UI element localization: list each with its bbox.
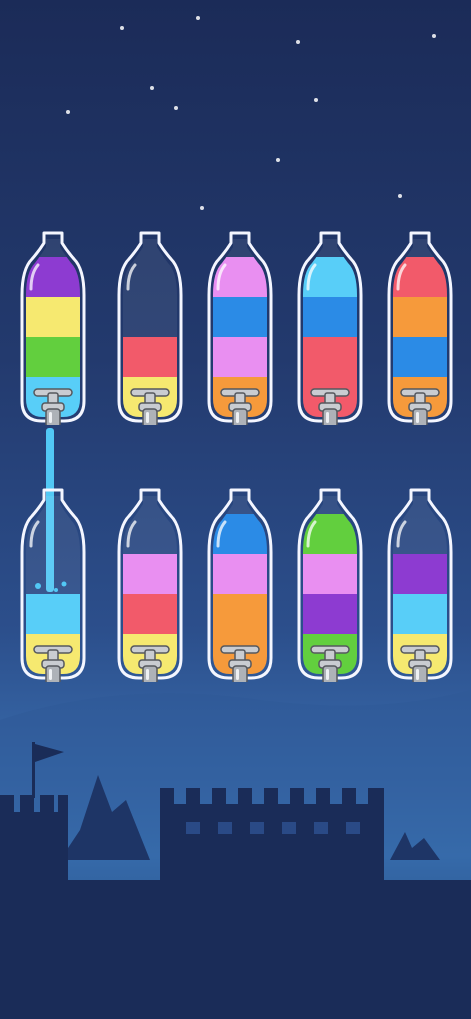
liquid-layer (213, 594, 267, 634)
bottle-graphic (117, 488, 183, 682)
bottle[interactable] (297, 482, 363, 682)
star (150, 86, 154, 90)
liquid-layer (123, 337, 177, 377)
star (314, 98, 318, 102)
bottle-graphic (297, 488, 363, 682)
bottle[interactable] (20, 482, 86, 682)
bottle-graphic (207, 488, 273, 682)
bottle-graphic (20, 488, 86, 682)
bottle-graphic (20, 231, 86, 425)
star (66, 110, 70, 114)
liquid-layer (123, 554, 177, 594)
ground-band (0, 880, 471, 1019)
liquid-layer (213, 337, 267, 377)
star (174, 106, 178, 110)
bottle[interactable] (387, 225, 453, 425)
star (276, 158, 280, 162)
liquid-layer (393, 554, 447, 594)
bottle-graphic (387, 488, 453, 682)
star (196, 16, 200, 20)
bottle[interactable] (207, 482, 273, 682)
liquid-layer (303, 554, 357, 594)
bottle[interactable] (117, 482, 183, 682)
liquid-layer (26, 594, 80, 634)
liquid-layer (213, 554, 267, 594)
star (296, 40, 300, 44)
bottle[interactable] (297, 225, 363, 425)
splash-droplet (61, 581, 67, 587)
liquid-layer (303, 297, 357, 337)
liquid-layer (123, 594, 177, 634)
star (432, 34, 436, 38)
liquid-layer (393, 594, 447, 634)
liquid-layer (303, 337, 357, 377)
liquid-layer (26, 297, 80, 337)
bottle[interactable] (117, 225, 183, 425)
bottle-graphic (207, 231, 273, 425)
bottle[interactable] (387, 482, 453, 682)
bottle-graphic (297, 231, 363, 425)
star (120, 26, 124, 30)
liquid-layer (303, 594, 357, 634)
bottle[interactable] (207, 225, 273, 425)
star (200, 206, 204, 210)
game-scene (0, 0, 471, 1019)
bottle-graphic (387, 231, 453, 425)
liquid-layer (393, 337, 447, 377)
bottle-graphic (117, 231, 183, 425)
star (398, 194, 402, 198)
liquid-layer (26, 337, 80, 377)
splash-droplet (35, 583, 41, 589)
bottle[interactable] (20, 225, 86, 425)
liquid-layer (213, 297, 267, 337)
splash-droplet (54, 588, 58, 592)
liquid-layer (393, 297, 447, 337)
